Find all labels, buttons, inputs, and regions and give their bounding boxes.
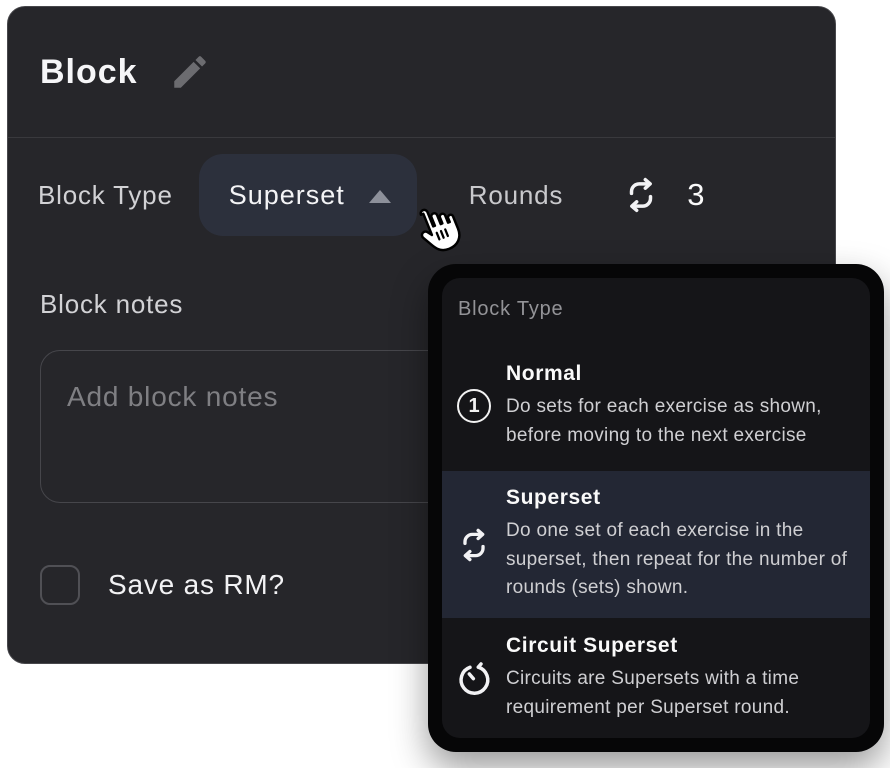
repeat-icon [455,526,493,564]
option-normal-title: Normal [506,362,858,386]
popup-header: Block Type [458,298,854,321]
block-type-menu: Block Type 1 Normal Do sets for each exe… [442,278,870,738]
option-superset[interactable]: Superset Do one set of each exercise in … [442,471,870,618]
save-rm-label: Save as RM? [108,569,285,601]
rounds-label: Rounds [469,180,563,211]
save-rm-checkbox[interactable] [40,565,80,605]
page-title: Block [40,53,138,92]
block-type-row: Block Type Superset Rounds 3 [38,154,805,236]
option-normal-description: Do sets for each exercise as shown, befo… [506,393,858,450]
timer-icon [454,658,494,698]
option-normal[interactable]: 1 Normal Do sets for each exercise as sh… [442,341,870,471]
block-type-popup: Block Type 1 Normal Do sets for each exe… [428,264,884,752]
repeat-icon [621,175,661,215]
pencil-icon [169,51,211,93]
caret-up-icon [369,190,391,203]
edit-title-button[interactable] [168,50,212,94]
option-circuit-title: Circuit Superset [506,634,858,658]
screen: Block Block Type Superset Rounds [0,0,890,768]
panel-header: Block [8,7,835,138]
block-type-options: 1 Normal Do sets for each exercise as sh… [442,341,870,738]
block-type-dropdown[interactable]: Superset [199,154,417,236]
block-type-label: Block Type [38,180,173,211]
option-superset-description: Do one set of each exercise in the super… [506,517,858,603]
option-circuit-superset[interactable]: Circuit Superset Circuits are Supersets … [442,618,870,738]
option-superset-title: Superset [506,486,858,510]
block-type-value: Superset [229,180,345,211]
option-circuit-description: Circuits are Supersets with a time requi… [506,665,858,722]
rounds-value[interactable]: 3 [687,177,705,213]
number-one-circle-icon: 1 [457,389,491,423]
